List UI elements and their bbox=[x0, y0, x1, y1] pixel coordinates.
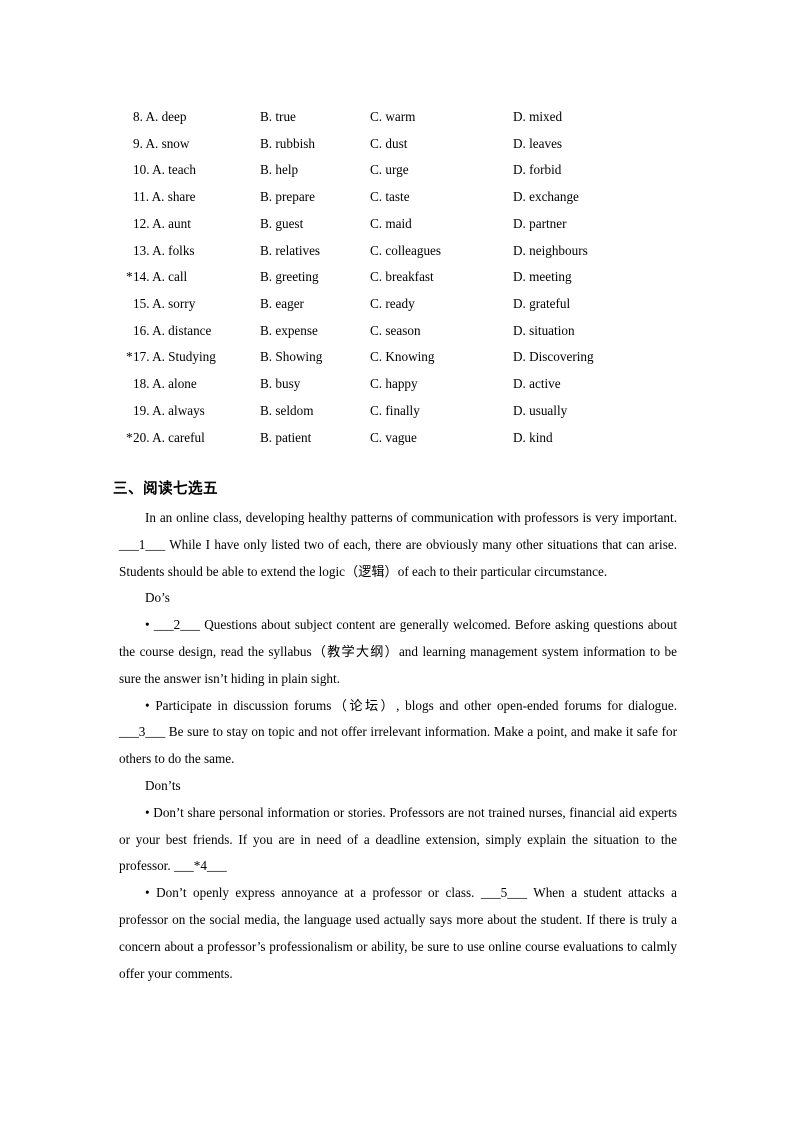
option-b: B. relatives bbox=[260, 242, 321, 258]
table-row: 18. A. alone B. busy C. happy D. active bbox=[119, 371, 679, 398]
option-d: D. kind bbox=[513, 429, 553, 445]
starred-marker: * bbox=[126, 429, 133, 445]
option-c: C. vague bbox=[370, 429, 417, 445]
option-a: 10. A. teach bbox=[133, 162, 196, 178]
option-c: C. happy bbox=[370, 376, 418, 392]
starred-marker: * bbox=[126, 349, 133, 365]
table-row: * 14. A. call B. greeting C. breakfast D.… bbox=[119, 264, 679, 291]
table-row: 11. A. share B. prepare C. taste D. exch… bbox=[119, 184, 679, 211]
option-b: B. patient bbox=[260, 429, 312, 445]
option-c: C. taste bbox=[370, 189, 410, 205]
option-b: B. seldom bbox=[260, 402, 314, 418]
option-b: B. Showing bbox=[260, 349, 323, 365]
option-a: 8. A. deep bbox=[133, 109, 187, 124]
option-b: B. guest bbox=[260, 215, 304, 231]
table-row: 9. A. snow B. rubbish C. dust D. leaves bbox=[119, 131, 679, 158]
dos-item-1: • ___2___ Questions about subject conten… bbox=[119, 617, 677, 686]
table-row: 12. A. aunt B. guest C. maid D. partner bbox=[119, 211, 679, 238]
item-number: 10. bbox=[133, 162, 150, 178]
item-number: 12. bbox=[133, 215, 150, 231]
option-a: 18. A. alone bbox=[133, 376, 197, 392]
option-a: 9. A. snow bbox=[133, 135, 190, 151]
option-d: D. usually bbox=[513, 402, 568, 418]
item-number: 16. bbox=[133, 322, 150, 338]
starred-marker: * bbox=[126, 269, 133, 285]
option-c: C. maid bbox=[370, 215, 412, 231]
option-b: B. help bbox=[260, 162, 299, 178]
option-a: 16. A. distance bbox=[133, 322, 212, 338]
option-a: 11. A. share bbox=[133, 189, 196, 205]
table-row: * 20. A. careful B. patient C. vague D. k… bbox=[119, 425, 679, 452]
option-b: B. busy bbox=[260, 376, 301, 392]
item-number: 11. bbox=[133, 189, 149, 205]
item-number: 19. bbox=[133, 402, 150, 418]
option-c: C. Knowing bbox=[370, 349, 435, 365]
option-d: D. grateful bbox=[513, 296, 571, 312]
table-row: 13. A. folks B. relatives C. colleagues … bbox=[119, 238, 679, 265]
document-page: 8. A. deep B. true C. warm D. mixed 9. A… bbox=[0, 0, 794, 1123]
cloze-options-grid: 8. A. deep B. true C. warm D. mixed 9. A… bbox=[119, 104, 679, 451]
item-number: 18. bbox=[133, 376, 150, 392]
option-a: 15. A. sorry bbox=[133, 296, 196, 312]
option-b: B. expense bbox=[260, 322, 318, 338]
option-a: * 17. A. Studying bbox=[126, 344, 216, 371]
option-a: 12. A. aunt bbox=[133, 215, 191, 231]
table-row: 19. A. always B. seldom C. finally D. us… bbox=[119, 398, 679, 425]
option-c: C. breakfast bbox=[370, 269, 434, 285]
option-c: C. urge bbox=[370, 162, 409, 178]
section-heading: 三、阅读七选五 bbox=[113, 481, 218, 497]
donts-item-2: • Don’t openly express annoyance at a pr… bbox=[119, 885, 677, 981]
donts-item-1: • Don’t share personal information or st… bbox=[119, 804, 677, 874]
option-a: 13. A. folks bbox=[133, 242, 195, 258]
dos-item-2: • Participate in discussion forums（论坛）, … bbox=[119, 697, 677, 767]
option-d: D. Discovering bbox=[513, 349, 594, 365]
option-d: D. active bbox=[513, 376, 561, 392]
option-c: C. ready bbox=[370, 296, 415, 312]
option-d: D. partner bbox=[513, 215, 567, 231]
table-row: 15. A. sorry B. eager C. ready D. gratef… bbox=[119, 291, 679, 318]
option-b: B. prepare bbox=[260, 189, 315, 205]
option-d: D. exchange bbox=[513, 189, 579, 205]
option-b: B. eager bbox=[260, 296, 304, 312]
item-number: 17. bbox=[133, 349, 150, 365]
option-c: C. season bbox=[370, 322, 421, 338]
item-number: 20. bbox=[133, 429, 150, 445]
item-number: 13. bbox=[133, 242, 150, 258]
option-d: D. forbid bbox=[513, 162, 562, 178]
table-row: * 17. A. Studying B. Showing C. Knowing D… bbox=[119, 344, 679, 371]
option-c: C. colleagues bbox=[370, 242, 442, 258]
table-row: 16. A. distance B. expense C. season D. … bbox=[119, 318, 679, 345]
donts-label: Don’ts bbox=[145, 777, 181, 793]
option-b: B. true bbox=[260, 109, 296, 124]
table-row: 8. A. deep B. true C. warm D. mixed bbox=[119, 104, 679, 131]
dos-label: Do’s bbox=[145, 590, 170, 606]
option-b: B. greeting bbox=[260, 269, 319, 285]
option-c: C. finally bbox=[370, 402, 420, 418]
reading-passage: In an online class, developing healthy p… bbox=[119, 505, 677, 987]
option-c: C. dust bbox=[370, 135, 408, 151]
item-number: 8. bbox=[133, 109, 143, 124]
option-c: C. warm bbox=[370, 109, 416, 124]
item-number: 15. bbox=[133, 296, 150, 312]
option-d: D. mixed bbox=[513, 109, 563, 124]
option-b: B. rubbish bbox=[260, 135, 315, 151]
option-a: * 14. A. call bbox=[126, 264, 187, 291]
option-d: D. meeting bbox=[513, 269, 572, 285]
option-d: D. leaves bbox=[513, 135, 563, 151]
option-d: D. neighbours bbox=[513, 242, 588, 258]
item-number: 9. bbox=[133, 135, 143, 151]
intro-paragraph: In an online class, developing healthy p… bbox=[119, 510, 677, 579]
option-a: 19. A. always bbox=[133, 402, 205, 418]
option-d: D. situation bbox=[513, 322, 575, 338]
table-row: 10. A. teach B. help C. urge D. forbid bbox=[119, 157, 679, 184]
item-number: 14. bbox=[133, 269, 150, 285]
option-a: * 20. A. careful bbox=[126, 425, 205, 452]
